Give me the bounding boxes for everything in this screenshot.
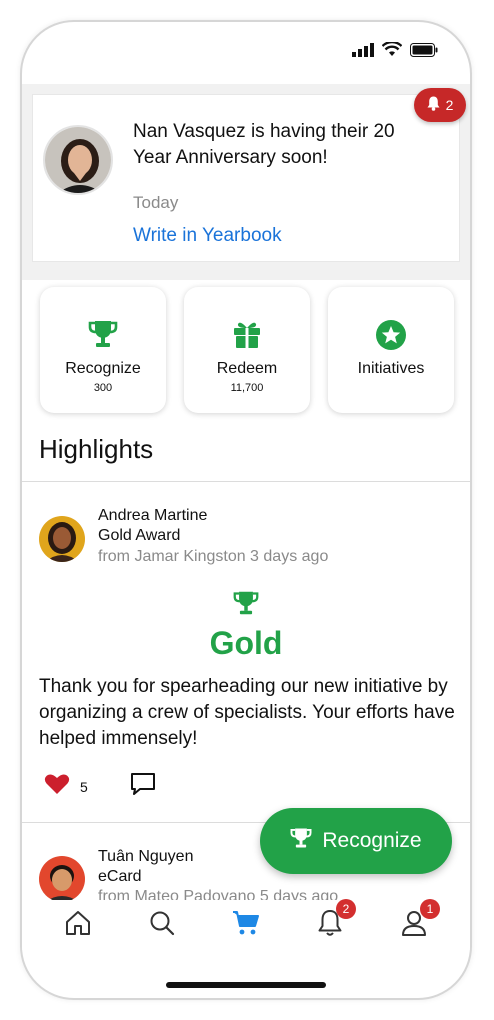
announcement-time: Today	[133, 193, 179, 212]
home-icon	[64, 910, 92, 941]
initiatives-card[interactable]: Initiatives	[328, 287, 454, 413]
recognize-fab-button[interactable]: Recognize	[260, 808, 452, 874]
status-bar	[22, 22, 470, 84]
write-in-yearbook-link[interactable]: Write in Yearbook	[133, 225, 282, 247]
notification-count: 2	[445, 97, 454, 113]
trophy-icon	[290, 827, 312, 855]
nav-home[interactable]	[58, 905, 98, 945]
wifi-icon	[381, 40, 403, 62]
avatar[interactable]	[39, 856, 85, 902]
award-title: Gold	[209, 625, 283, 661]
redeem-points: 11,700	[230, 382, 264, 394]
announcement-section: Nan Vasquez is having their 20 Year Anni…	[22, 84, 470, 280]
battery-icon	[410, 42, 438, 62]
notification-badge: 2	[336, 899, 356, 919]
home-indicator	[166, 982, 326, 988]
star-badge-icon	[375, 319, 407, 356]
comment-icon[interactable]	[130, 772, 156, 801]
notification-pill[interactable]: 2	[414, 88, 466, 122]
sender-info: from Jamar Kingston 3 days ago	[98, 548, 329, 565]
highlights-heading: Highlights	[39, 434, 154, 464]
recipient-name[interactable]: Andrea Martine	[98, 507, 207, 525]
avatar	[43, 125, 113, 195]
recipient-name[interactable]: Tuân Nguyen	[98, 848, 193, 866]
nav-profile[interactable]: 1	[394, 899, 440, 945]
gift-icon	[232, 319, 262, 354]
trophy-icon	[233, 591, 259, 620]
like-count: 5	[80, 778, 88, 795]
divider	[22, 481, 470, 482]
signal-icon	[352, 42, 374, 62]
phone-frame: Nan Vasquez is having their 20 Year Anni…	[20, 20, 472, 1000]
cart-icon	[232, 910, 260, 941]
search-icon	[149, 910, 175, 941]
heart-icon[interactable]	[44, 773, 70, 800]
recognize-card[interactable]: Recognize 300	[40, 287, 166, 413]
award-badge	[22, 590, 470, 621]
bell-icon	[427, 96, 440, 114]
avatar[interactable]	[39, 516, 85, 562]
quick-actions: Recognize 300 Redeem 11,700 Initiatives	[40, 287, 454, 413]
recognition-message: Thank you for spearheading our new initi…	[39, 676, 455, 749]
nav-cart[interactable]	[226, 905, 266, 945]
redeem-label: Redeem	[216, 360, 278, 377]
redeem-card[interactable]: Redeem 11,700	[184, 287, 310, 413]
fab-label: Recognize	[322, 829, 422, 852]
recognize-points: 300	[93, 382, 113, 394]
profile-badge: 1	[420, 899, 440, 919]
nav-search[interactable]	[142, 905, 182, 945]
anniversary-card: Nan Vasquez is having their 20 Year Anni…	[32, 94, 460, 262]
award-type: eCard	[98, 868, 142, 885]
trophy-icon	[88, 319, 118, 354]
bottom-nav: 2 1	[22, 899, 470, 950]
reactions-bar: 5	[44, 772, 156, 801]
anniversary-message: Nan Vasquez is having their 20 Year Anni…	[133, 121, 395, 168]
initiatives-label: Initiatives	[357, 360, 425, 377]
award-type: Gold Award	[98, 527, 181, 544]
nav-notifications[interactable]: 2	[310, 899, 356, 945]
recognize-label: Recognize	[65, 360, 141, 377]
